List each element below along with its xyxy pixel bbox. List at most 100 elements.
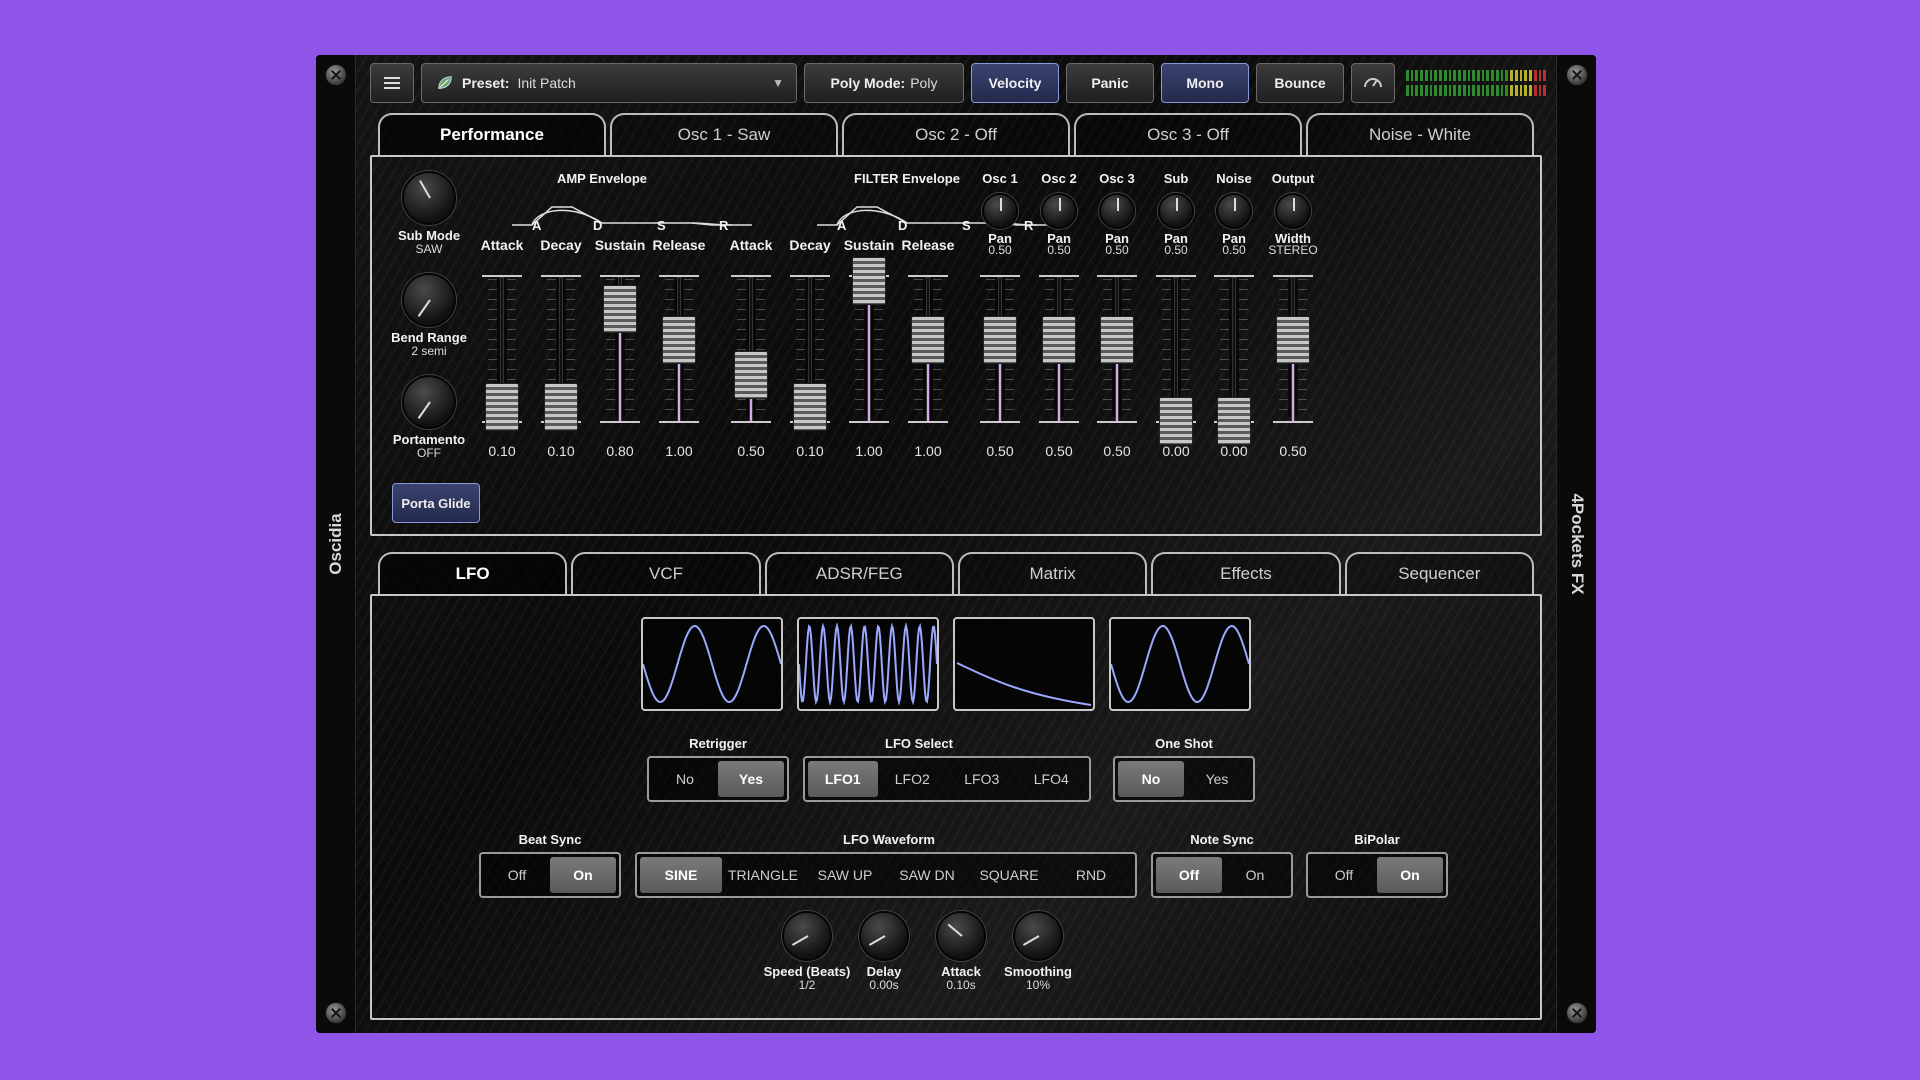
panic-button[interactable]: Panic xyxy=(1066,63,1154,103)
osc2-handle[interactable] xyxy=(1042,315,1076,364)
filter-sustain-fader[interactable] xyxy=(849,157,889,537)
bipolar-option-on[interactable]: On xyxy=(1377,857,1443,893)
mono-button[interactable]: Mono xyxy=(1161,63,1249,103)
filter-sustain-handle[interactable] xyxy=(852,257,886,305)
amp-release-handle[interactable] xyxy=(662,315,696,364)
retrigger-option-no[interactable]: No xyxy=(652,761,718,797)
filter-attack-handle[interactable] xyxy=(734,350,768,399)
amp-sustain-handle[interactable] xyxy=(603,285,637,333)
beat-sync-option-on[interactable]: On xyxy=(550,857,616,893)
tab-osc3[interactable]: Osc 3 - Off xyxy=(1074,113,1302,155)
speed-beats-knob[interactable] xyxy=(782,911,832,961)
amp-release-fader[interactable] xyxy=(659,157,699,537)
filter-release-value: 1.00 xyxy=(914,443,942,459)
waveform-option-sine[interactable]: SINE xyxy=(640,857,722,893)
waveform-option-rnd[interactable]: RND xyxy=(1050,857,1132,893)
amp-decay-fader[interactable] xyxy=(541,157,581,537)
osc2-value: 0.50 xyxy=(1045,443,1073,459)
tab-adsr-feg[interactable]: ADSR/FEG xyxy=(764,552,954,594)
sub-mode-knob[interactable] xyxy=(402,171,456,225)
poly-mode-value: Poly xyxy=(910,75,938,91)
portamento-label: Portamento xyxy=(392,432,466,447)
meter-segment xyxy=(1505,85,1509,96)
sub-fader[interactable] xyxy=(1156,157,1196,537)
output-fader[interactable] xyxy=(1273,157,1313,537)
amp-sustain-fader[interactable] xyxy=(600,157,640,537)
noise-handle[interactable] xyxy=(1217,397,1251,445)
sub-handle[interactable] xyxy=(1159,397,1193,445)
amp-attack-fader[interactable] xyxy=(482,157,522,537)
preset-selector[interactable]: Preset: Init Patch ▼ xyxy=(421,63,797,103)
filter-release-handle[interactable] xyxy=(911,315,945,364)
lfo2-wave-preview[interactable] xyxy=(797,617,939,711)
vendor-label: 4Pockets FX xyxy=(1567,493,1587,595)
amp-attack-value: 0.10 xyxy=(488,443,516,459)
tab-matrix[interactable]: Matrix xyxy=(957,552,1148,594)
screw-icon xyxy=(325,64,347,86)
tab-noise[interactable]: Noise - White xyxy=(1306,113,1534,155)
tab-sequencer[interactable]: Sequencer xyxy=(1344,552,1534,594)
waveform-option-square[interactable]: SQUARE xyxy=(968,857,1050,893)
osc2-fader[interactable] xyxy=(1039,157,1079,537)
tab-osc2[interactable]: Osc 2 - Off xyxy=(842,113,1070,155)
velocity-button[interactable]: Velocity xyxy=(971,63,1059,103)
filter-decay-handle[interactable] xyxy=(793,383,827,431)
lfo3-wave-preview[interactable] xyxy=(953,617,1095,711)
osc1-fader[interactable] xyxy=(980,157,1020,537)
tab-osc1[interactable]: Osc 1 - Saw xyxy=(610,113,838,155)
filter-attack-fader[interactable] xyxy=(731,157,771,537)
lfo-select-option-lfo4[interactable]: LFO4 xyxy=(1017,761,1087,797)
attack-knob[interactable] xyxy=(936,911,986,961)
menu-button[interactable] xyxy=(370,63,414,103)
amp-decay-handle[interactable] xyxy=(544,383,578,431)
lfo4-wave-preview[interactable] xyxy=(1109,617,1251,711)
tab-performance[interactable]: Performance xyxy=(378,113,606,155)
tab-effects[interactable]: Effects xyxy=(1151,552,1341,594)
osc3-handle[interactable] xyxy=(1100,315,1134,364)
meter-segment xyxy=(1491,85,1494,96)
screw-icon xyxy=(325,1002,347,1024)
osc1-handle[interactable] xyxy=(983,315,1017,364)
lfo-select-option-lfo2[interactable]: LFO2 xyxy=(878,761,948,797)
smoothing-knob[interactable] xyxy=(1013,911,1063,961)
bend-range-label: Bend Range xyxy=(391,330,467,345)
poly-mode-button[interactable]: Poly Mode: Poly xyxy=(804,63,964,103)
meter-segment xyxy=(1477,85,1480,96)
meter-segment xyxy=(1420,85,1423,96)
filter-release-fader[interactable] xyxy=(908,157,948,537)
lfo-select-option-lfo1[interactable]: LFO1 xyxy=(808,761,878,797)
waveform-option-saw-up[interactable]: SAW UP xyxy=(804,857,886,893)
filter-decay-fader[interactable] xyxy=(790,157,830,537)
bounce-button[interactable]: Bounce xyxy=(1256,63,1344,103)
porta-glide-button[interactable]: Porta Glide xyxy=(392,483,480,523)
lfo1-wave-preview[interactable] xyxy=(641,617,783,711)
one-shot-option-no[interactable]: No xyxy=(1118,761,1184,797)
osc3-fader[interactable] xyxy=(1097,157,1137,537)
lfo-select-label: LFO Select xyxy=(885,736,953,751)
waveform-option-triangle[interactable]: TRIANGLE xyxy=(722,857,804,893)
delay-knob[interactable] xyxy=(859,911,909,961)
bend-range-knob[interactable] xyxy=(402,273,456,327)
tab-vcf[interactable]: VCF xyxy=(571,552,761,594)
meter-segment xyxy=(1439,85,1442,96)
note-sync-option-on[interactable]: On xyxy=(1222,857,1288,893)
right-rail: 4Pockets FX xyxy=(1556,55,1596,1033)
lfo-select-option-lfo3[interactable]: LFO3 xyxy=(947,761,1017,797)
noise-fader[interactable] xyxy=(1214,157,1254,537)
meter-segment xyxy=(1467,85,1471,96)
note-sync-option-off[interactable]: Off xyxy=(1156,857,1222,893)
output-handle[interactable] xyxy=(1276,315,1310,364)
tab-lfo[interactable]: LFO xyxy=(378,552,568,594)
one-shot-option-yes[interactable]: Yes xyxy=(1184,761,1250,797)
bipolar-option-off[interactable]: Off xyxy=(1311,857,1377,893)
meter-segment xyxy=(1519,70,1523,81)
lfo-waveform-label: LFO Waveform xyxy=(843,832,935,847)
amp-attack-handle[interactable] xyxy=(485,383,519,431)
meter-segment xyxy=(1543,85,1547,96)
beat-sync-option-off[interactable]: Off xyxy=(484,857,550,893)
waveform-option-saw-dn[interactable]: SAW DN xyxy=(886,857,968,893)
amp-sustain-value: 0.80 xyxy=(606,443,634,459)
gauge-button[interactable] xyxy=(1351,63,1395,103)
retrigger-option-yes[interactable]: Yes xyxy=(718,761,784,797)
portamento-knob[interactable] xyxy=(402,375,456,429)
